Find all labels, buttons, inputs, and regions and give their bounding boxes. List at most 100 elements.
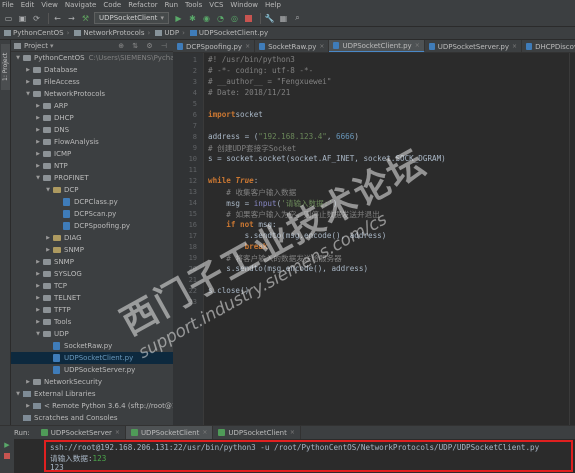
profile-icon[interactable]: ◔ — [215, 13, 226, 24]
expanded-arrow-icon[interactable]: ▼ — [35, 328, 41, 340]
collapsed-arrow-icon[interactable]: ▶ — [35, 112, 41, 124]
project-panel-title[interactable]: Project — [24, 42, 48, 50]
tree-item[interactable]: ▶ FlowAnalysis — [11, 136, 173, 148]
close-icon[interactable]: × — [115, 429, 120, 436]
open-folder-icon[interactable]: ▭ — [3, 13, 14, 24]
tree-item[interactable]: ▶ ICMP — [11, 148, 173, 160]
close-icon[interactable]: × — [415, 42, 420, 49]
editor-tab[interactable]: DCPSpoofing.py × — [173, 40, 256, 52]
search-icon[interactable]: ⌕ — [292, 13, 303, 24]
collapsed-arrow-icon[interactable]: ▶ — [35, 292, 41, 304]
concurrency-icon[interactable]: ◎ — [229, 13, 240, 24]
save-all-icon[interactable]: ▣ — [17, 13, 28, 24]
tree-item[interactable]: ▼ External Libraries — [11, 388, 173, 400]
editor-tab[interactable]: DHCPDiscover.py× — [522, 40, 575, 52]
collapsed-arrow-icon[interactable]: ▶ — [35, 256, 41, 268]
expanded-arrow-icon[interactable]: ▼ — [45, 184, 51, 196]
run-tab[interactable]: UDPSocketClient × — [213, 426, 301, 439]
collapsed-arrow-icon[interactable]: ▶ — [35, 160, 41, 172]
tree-item[interactable]: ▼ PROFINET — [11, 172, 173, 184]
expanded-arrow-icon[interactable]: ▼ — [15, 388, 21, 400]
collapsed-arrow-icon[interactable]: ▶ — [25, 64, 31, 76]
menu-item-file[interactable]: File — [2, 1, 14, 9]
menu-item-vcs[interactable]: VCS — [209, 1, 223, 9]
collapsed-arrow-icon[interactable]: ▶ — [35, 136, 41, 148]
tree-item[interactable]: ▶ DNS — [11, 124, 173, 136]
tree-item[interactable]: Scratches and Consoles — [11, 412, 173, 424]
collapsed-arrow-icon[interactable]: ▶ — [35, 268, 41, 280]
tree-item[interactable]: ▶ DHCP — [11, 112, 173, 124]
tree-item[interactable]: UDPSocketServer.py — [11, 364, 173, 376]
collapsed-arrow-icon[interactable]: ▶ — [45, 244, 51, 256]
tree-item[interactable]: ▼ DCP — [11, 184, 173, 196]
menu-item-code[interactable]: Code — [103, 1, 121, 9]
project-structure-icon[interactable]: ▦ — [278, 13, 289, 24]
collapsed-arrow-icon[interactable]: ▶ — [45, 232, 51, 244]
collapsed-arrow-icon[interactable]: ▶ — [35, 148, 41, 160]
close-icon[interactable]: × — [512, 43, 517, 50]
menu-item-navigate[interactable]: Navigate — [65, 1, 96, 9]
menu-item-view[interactable]: View — [41, 1, 58, 9]
close-icon[interactable]: × — [245, 43, 250, 50]
editor-tab[interactable]: SocketRaw.py × — [255, 40, 330, 52]
collapsed-arrow-icon[interactable]: ▶ — [35, 316, 41, 328]
panel-header-icons[interactable]: ⊕ ⇅ ⚙ ⊣ — [118, 42, 170, 50]
sync-icon[interactable]: ⟳ — [31, 13, 42, 24]
rerun-icon[interactable]: ▶ — [3, 441, 11, 449]
tree-item[interactable]: ▼ UDP — [11, 328, 173, 340]
tree-item[interactable]: UDPSocketClient.py — [11, 352, 173, 364]
menu-item-refactor[interactable]: Refactor — [128, 1, 157, 9]
back-icon[interactable]: ← — [52, 13, 63, 24]
tree-item[interactable]: ▶ Tools — [11, 316, 173, 328]
tree-item[interactable]: ▶ < Remote Python 3.6.4 (sftp://root@192.… — [11, 400, 173, 412]
expanded-arrow-icon[interactable]: ▼ — [15, 52, 21, 64]
tree-item[interactable]: DCPSpoofing.py — [11, 220, 173, 232]
tree-item[interactable]: ▶ SNMP — [11, 244, 173, 256]
collapsed-arrow-icon[interactable]: ▶ — [25, 400, 31, 412]
collapsed-arrow-icon[interactable]: ▶ — [35, 124, 41, 136]
collapsed-arrow-icon[interactable]: ▶ — [35, 304, 41, 316]
tree-item[interactable]: DCPScan.py — [11, 208, 173, 220]
project-tool-tab[interactable]: 1: Project — [1, 44, 10, 90]
close-icon[interactable]: × — [290, 429, 295, 436]
run-configuration-select[interactable]: UDPSocketClient ▾ — [94, 12, 169, 24]
menu-item-tools[interactable]: Tools — [185, 1, 202, 9]
close-icon[interactable]: × — [319, 43, 324, 50]
forward-icon[interactable]: → — [66, 13, 77, 24]
tree-item[interactable]: ▶ NTP — [11, 160, 173, 172]
menu-item-run[interactable]: Run — [165, 1, 178, 9]
editor-tab[interactable]: UDPSocketServer.py × — [425, 40, 523, 52]
code-view[interactable]: #! /usr/bin/python3 # -*- coding: utf-8 -… — [208, 53, 575, 425]
editor-tab[interactable]: UDPSocketClient.py × — [329, 40, 425, 52]
stop-run-icon[interactable] — [3, 453, 11, 461]
tree-item[interactable]: ▶ ARP — [11, 100, 173, 112]
tree-item[interactable]: ▼ PythonCentOSC:\Users\SIEMENS\PycharmP — [11, 52, 173, 64]
tree-item[interactable]: ▶ NetworkSecurity — [11, 376, 173, 388]
tree-item[interactable]: ▶ FileAccess — [11, 76, 173, 88]
stop-icon[interactable] — [243, 13, 254, 24]
tree-item[interactable]: ▼ NetworkProtocols — [11, 88, 173, 100]
breadcrumb-item[interactable]: NetworkProtocols › — [74, 29, 153, 37]
collapsed-arrow-icon[interactable]: ▶ — [25, 76, 31, 88]
settings-wrench-icon[interactable]: 🔧 — [264, 13, 275, 24]
run-tab[interactable]: UDPSocketClient × — [125, 426, 214, 439]
debug-icon[interactable]: ✱ — [187, 13, 198, 24]
run-icon[interactable]: ▶ — [173, 13, 184, 24]
editor-scrollbar[interactable] — [569, 53, 575, 425]
build-icon[interactable]: ⚒ — [80, 13, 91, 24]
tree-item[interactable]: ▶ SNMP — [11, 256, 173, 268]
menu-item-help[interactable]: Help — [265, 1, 281, 9]
coverage-icon[interactable]: ◉ — [201, 13, 212, 24]
breadcrumb-item[interactable]: UDPSocketClient.py — [189, 29, 268, 37]
expanded-arrow-icon[interactable]: ▼ — [35, 172, 41, 184]
tree-item[interactable]: ▶ DIAG — [11, 232, 173, 244]
tree-item[interactable]: ▶ Database — [11, 64, 173, 76]
menu-item-edit[interactable]: Edit — [21, 1, 35, 9]
tree-item[interactable]: SocketRaw.py — [11, 340, 173, 352]
run-tab[interactable]: UDPSocketServer × — [36, 426, 126, 439]
collapsed-arrow-icon[interactable]: ▶ — [25, 376, 31, 388]
collapsed-arrow-icon[interactable]: ▶ — [35, 280, 41, 292]
menu-item-window[interactable]: Window — [230, 1, 258, 9]
tree-item[interactable]: ▶ SYSLOG — [11, 268, 173, 280]
tree-item[interactable]: DCPClass.py — [11, 196, 173, 208]
